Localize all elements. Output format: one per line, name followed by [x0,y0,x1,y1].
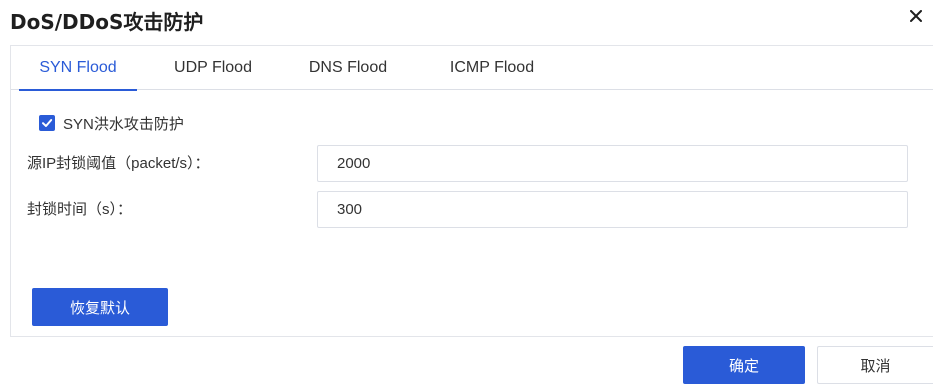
tab-udp-flood[interactable]: UDP Flood [157,46,269,90]
threshold-label: 源IP封锁阈值（packet/s）： [27,155,210,172]
restore-default-button[interactable]: 恢复默认 [32,288,168,326]
tab-bar: SYN Flood UDP Flood DNS Flood ICMP Flood [11,46,933,91]
close-icon [910,10,922,22]
confirm-button[interactable]: 确定 [683,346,805,384]
duration-input[interactable]: 300 [317,191,908,228]
duration-label: 封锁时间（s）： [27,201,133,218]
tab-dns-flood[interactable]: DNS Flood [293,46,403,90]
tab-icmp-flood[interactable]: ICMP Flood [427,46,557,90]
close-button[interactable] [903,2,929,30]
tab-syn-flood[interactable]: SYN Flood [19,46,137,91]
syn-protection-label: SYN洪水攻击防护 [63,115,184,133]
checkbox-checked-icon[interactable] [39,115,55,131]
settings-panel: SYN Flood UDP Flood DNS Flood ICMP Flood… [10,45,933,337]
threshold-input[interactable]: 2000 [317,145,908,182]
syn-protection-checkbox[interactable]: SYN洪水攻击防护 [39,113,184,133]
dialog-title: DoS/DDoS攻击防护 [10,10,204,34]
cancel-button[interactable]: 取消 [817,346,933,384]
